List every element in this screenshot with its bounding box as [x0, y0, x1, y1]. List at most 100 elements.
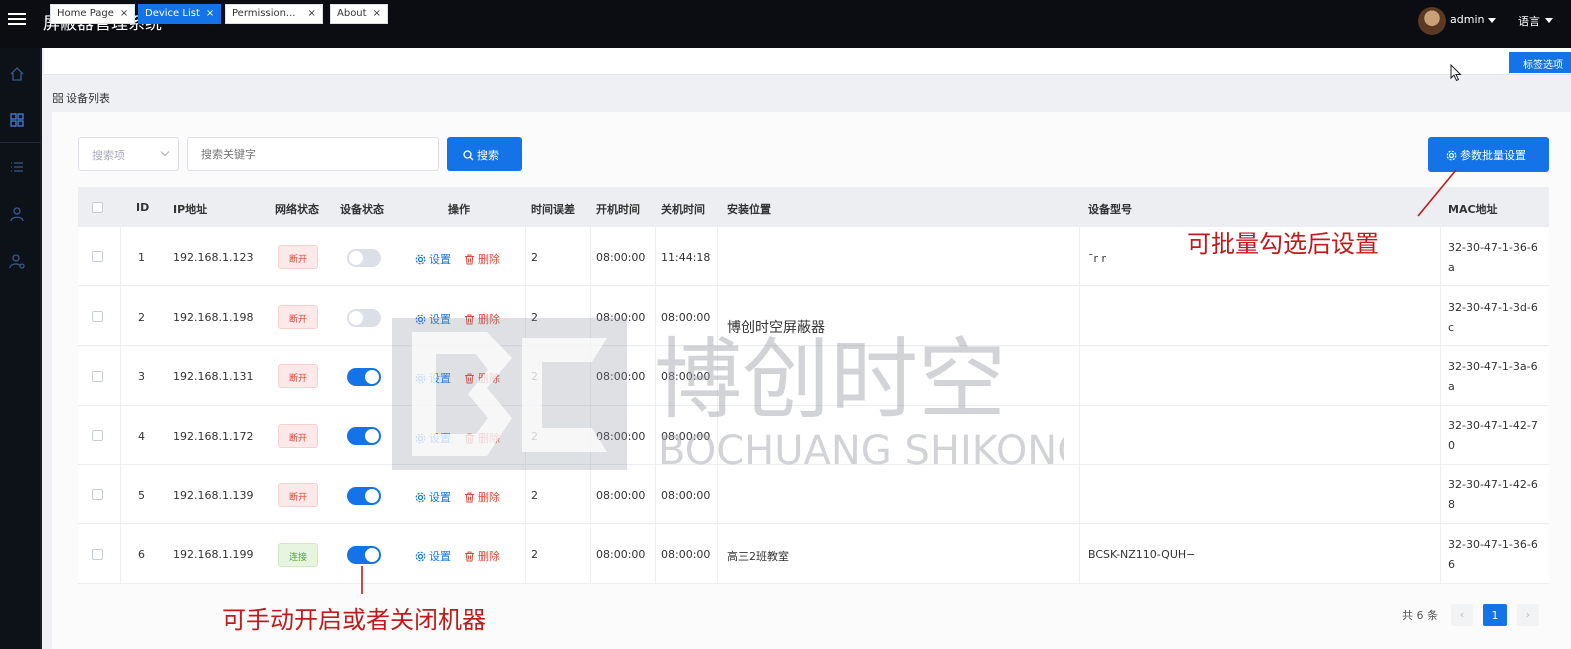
delete-link[interactable]: 删除: [464, 311, 500, 327]
delete-link[interactable]: 删除: [464, 489, 500, 505]
toggle-knob: [365, 489, 379, 503]
trash-icon: [465, 433, 474, 444]
power-off-time: 08:00:00: [661, 370, 711, 383]
column-divider: [717, 187, 718, 584]
user-avatar[interactable]: [1418, 7, 1446, 35]
column-header: IP地址: [173, 203, 208, 216]
sidebar-divider: [0, 142, 42, 143]
language-menu[interactable]: 语言: [1518, 13, 1540, 29]
column-divider: [590, 187, 591, 584]
delete-link[interactable]: 删除: [464, 251, 500, 267]
device-power-toggle[interactable]: [347, 427, 381, 445]
search-input[interactable]: [187, 137, 439, 171]
settings-label: 设置: [429, 432, 451, 445]
settings-label: 设置: [429, 372, 451, 385]
device-list-icon[interactable]: [9, 112, 25, 128]
tab-label: Home Page: [57, 8, 114, 19]
hamburger-menu-icon[interactable]: [8, 10, 26, 28]
close-icon[interactable]: ×: [206, 8, 214, 19]
user-icon[interactable]: [9, 206, 25, 222]
trash-icon: [465, 254, 474, 265]
mouse-cursor-icon: [1450, 64, 1462, 82]
settings-link[interactable]: 设置: [415, 311, 451, 327]
row-checkbox[interactable]: [92, 371, 103, 382]
install-location: 博创时空屏蔽器: [727, 320, 825, 336]
power-on-time: 08:00:00: [596, 251, 646, 264]
column-divider: [525, 187, 526, 584]
tab-home-page[interactable]: Home Page ×: [50, 4, 136, 24]
network-status-badge: 连接: [278, 543, 318, 567]
toggle-knob: [365, 370, 379, 384]
close-icon[interactable]: ×: [307, 8, 315, 19]
settings-link[interactable]: 设置: [415, 548, 451, 564]
page-number-button[interactable]: 1: [1483, 604, 1507, 626]
trash-icon: [465, 373, 474, 384]
device-id: 2: [138, 311, 145, 324]
column-divider: [1079, 187, 1080, 584]
tab-device-list[interactable]: Device List ×: [138, 4, 222, 24]
device-model: ¯r r: [1088, 252, 1107, 265]
search-field-select[interactable]: 搜索项: [78, 137, 179, 171]
row-checkbox[interactable]: [92, 251, 103, 262]
delete-label: 删除: [478, 432, 500, 445]
time-error: 2: [531, 311, 538, 324]
home-icon[interactable]: [9, 66, 25, 82]
prev-page-button[interactable]: ‹: [1451, 604, 1473, 626]
settings-link[interactable]: 设置: [415, 370, 451, 386]
row-checkbox[interactable]: [92, 549, 103, 560]
row-checkbox[interactable]: [92, 430, 103, 441]
mac-address: 32-30-47-1-42-70: [1448, 419, 1538, 452]
close-icon[interactable]: ×: [120, 8, 128, 19]
tabs-bar: [44, 48, 1571, 75]
device-id: 5: [138, 489, 145, 502]
network-status-badge: 断开: [278, 483, 318, 507]
next-page-button[interactable]: ›: [1517, 604, 1539, 626]
device-id: 3: [138, 370, 145, 383]
column-header: 时间误差: [531, 203, 575, 216]
toggle-knob: [349, 251, 363, 265]
time-error: 2: [531, 489, 538, 502]
user-name[interactable]: admin: [1450, 13, 1484, 26]
settings-link[interactable]: 设置: [415, 489, 451, 505]
time-error: 2: [531, 548, 538, 561]
gear-icon: [415, 551, 426, 562]
device-power-toggle[interactable]: [347, 487, 381, 505]
batch-settings-button[interactable]: 参数批量设置: [1428, 137, 1549, 172]
settings-link[interactable]: 设置: [415, 251, 451, 267]
row-checkbox[interactable]: [92, 489, 103, 500]
search-icon: [463, 150, 474, 161]
gear-icon: [415, 433, 426, 444]
trash-icon: [465, 492, 474, 503]
batch-annotation: 可批量勾选后设置: [1187, 230, 1379, 258]
device-power-toggle[interactable]: [347, 309, 381, 327]
device-power-toggle[interactable]: [347, 249, 381, 267]
tab-about[interactable]: About ×: [330, 4, 388, 24]
select-all-checkbox[interactable]: [92, 202, 103, 213]
device-power-toggle[interactable]: [347, 546, 381, 564]
toggle-knob: [349, 311, 363, 325]
language-caret-down-icon[interactable]: [1545, 18, 1553, 23]
settings-label: 设置: [429, 253, 451, 266]
tab-options-button[interactable]: 标签选项: [1509, 52, 1571, 73]
ip-address: 192.168.1.198: [173, 311, 254, 324]
mac-address: 32-30-47-1-36-6a: [1448, 241, 1538, 274]
list-icon[interactable]: [9, 159, 25, 175]
delete-link[interactable]: 删除: [464, 430, 500, 446]
close-icon[interactable]: ×: [373, 8, 381, 19]
annotation-arrow-line: [1417, 169, 1457, 217]
power-off-time: 08:00:00: [661, 548, 711, 561]
device-power-toggle[interactable]: [347, 368, 381, 386]
tab-permission[interactable]: Permission... ×: [225, 4, 323, 24]
row-checkbox[interactable]: [92, 311, 103, 322]
delete-label: 删除: [478, 372, 500, 385]
gear-icon: [415, 254, 426, 265]
chevron-down-icon: [160, 147, 170, 157]
delete-link[interactable]: 删除: [464, 548, 500, 564]
user-caret-down-icon[interactable]: [1488, 18, 1496, 23]
delete-link[interactable]: 删除: [464, 370, 500, 386]
search-button[interactable]: 搜索: [447, 137, 522, 171]
settings-link[interactable]: 设置: [415, 430, 451, 446]
user-settings-icon[interactable]: [9, 253, 25, 269]
delete-label: 删除: [478, 550, 500, 563]
ip-address: 192.168.1.131: [173, 370, 254, 383]
